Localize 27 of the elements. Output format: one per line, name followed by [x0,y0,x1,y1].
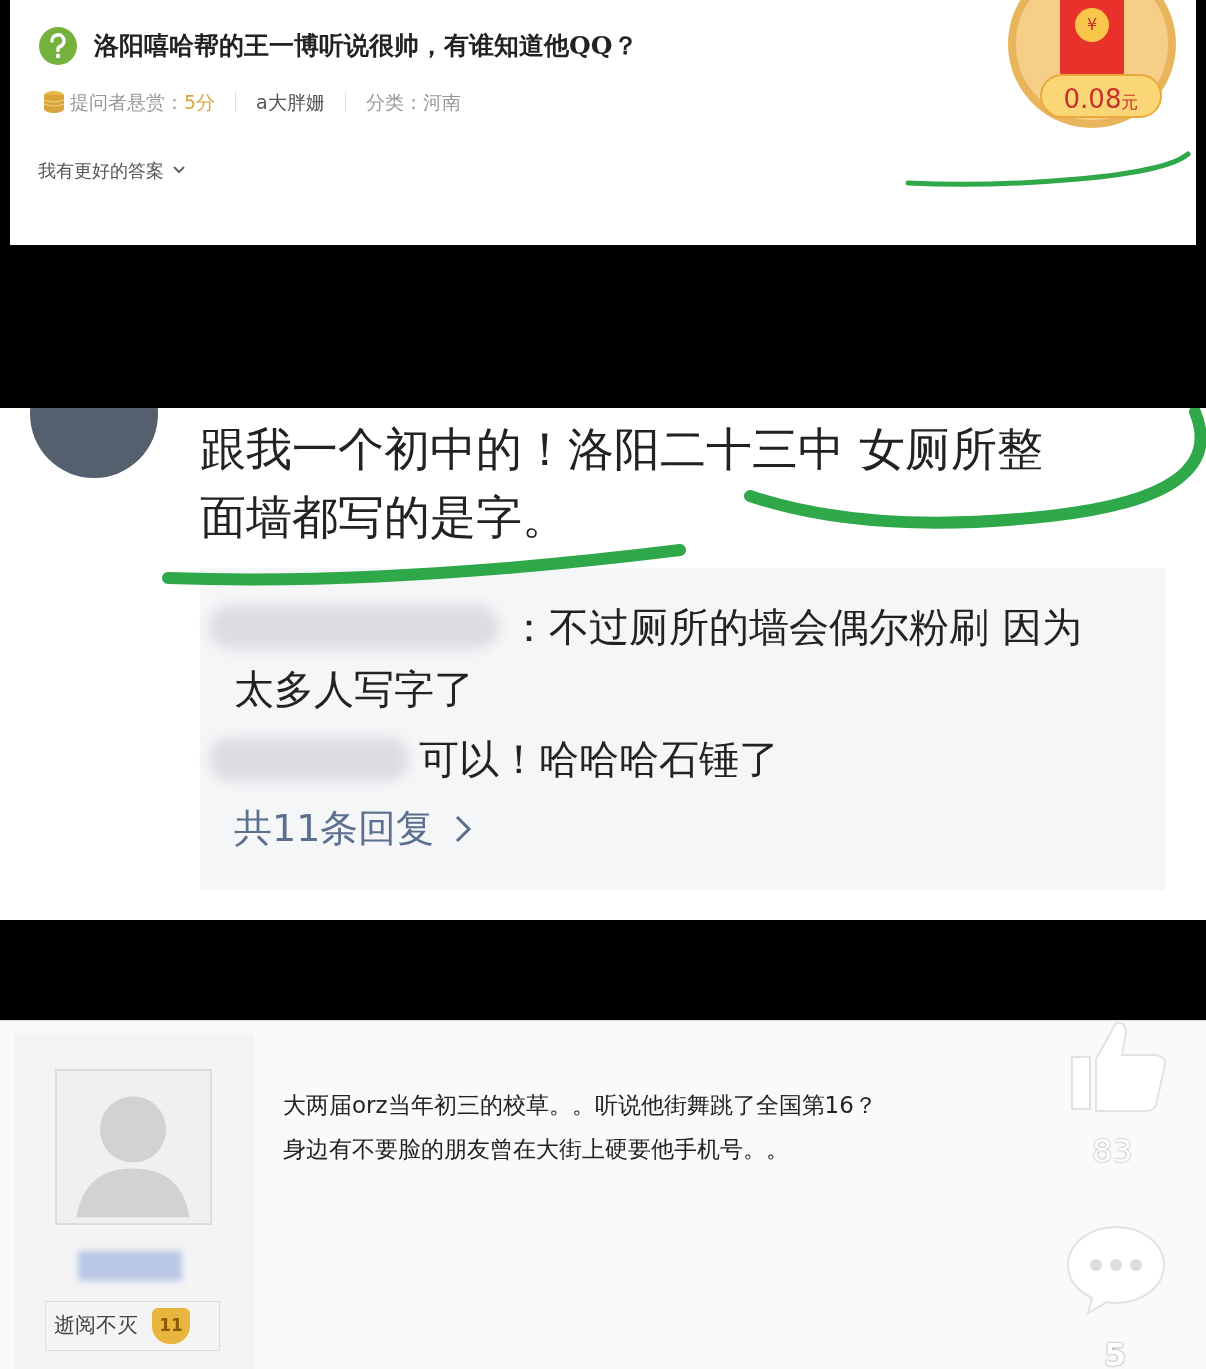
reward-label: 提问者悬赏： [70,90,184,115]
comment-text-line: 跟我一个初中的！洛阳二十三中 女厕所整 [200,422,1043,476]
amount-value: 0.08 [1063,83,1122,116]
chevron-right-icon [454,813,473,844]
chevron-down-icon [172,165,186,175]
reward-value: 5分 [184,90,216,115]
comment-text-line: 面墙都写的是字。 [200,490,568,544]
coins-icon [42,89,66,116]
question-title: 洛阳嘻哈帮的王一博听说很帅，有谁知道他QQ？ [94,30,638,63]
better-answer-button[interactable]: 我有更好的答案 [38,156,186,184]
comments-count: 5 [1104,1335,1127,1369]
comment-bubble-icon[interactable] [1064,1223,1168,1315]
user-title: 逝阅不灭 [54,1312,138,1340]
asker-link[interactable]: a大胖姗 [256,88,325,117]
thumbs-up-icon[interactable] [1068,1021,1166,1113]
reply-text-line: ：不过厕所的墙会偶尔粉刷 因为 [509,603,1082,652]
likes-count: 83 [1092,1131,1133,1172]
amount-unit: 元 [1121,91,1139,114]
level-badge: 11 [152,1308,190,1344]
question-icon [38,26,78,66]
reply-text-line: 可以！哈哈哈石锤了 [419,735,779,784]
category-label: 分类：河南 [365,90,461,115]
more-replies-link[interactable]: 共11条回复 [234,800,1131,857]
answer-text-line: 大两届orz当年初三的校草。。听说他街舞跳了全国第16？ [283,1091,877,1120]
reply-text-line: 太多人写字了 [234,665,474,714]
yuan-symbol: ¥ [1075,8,1109,42]
answer-text-line: 身边有不要脸的朋友曾在大街上硬要他手机号。。 [283,1135,790,1164]
